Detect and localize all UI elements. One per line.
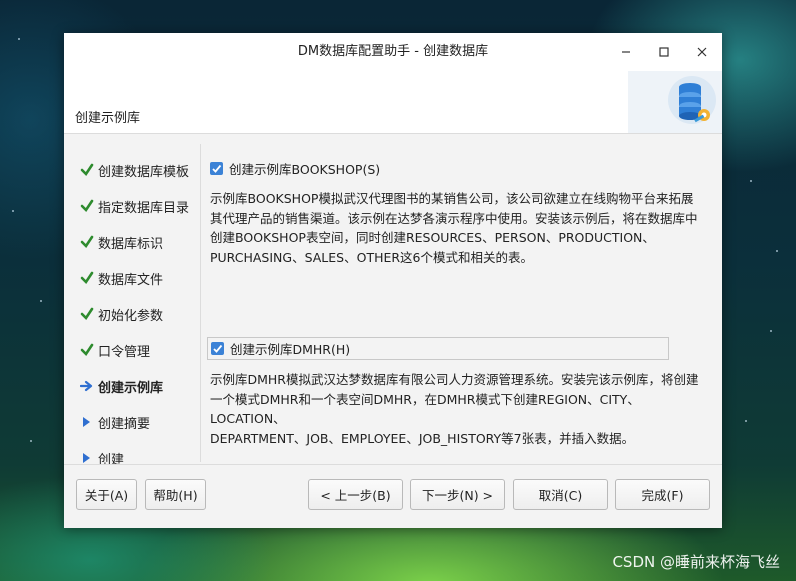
maximize-icon	[659, 47, 669, 57]
step-password: 口令管理	[80, 340, 150, 360]
database-gear-icon	[628, 71, 722, 133]
triangle-right-icon	[80, 451, 98, 464]
checkmark-icon	[80, 307, 98, 321]
step-create-template: 创建数据库模板	[80, 160, 189, 180]
step-db-directory: 指定数据库目录	[80, 196, 189, 216]
minimize-button[interactable]	[608, 33, 644, 71]
dmhr-checkbox-row[interactable]: 创建示例库DMHR(H)	[207, 337, 669, 360]
check-icon	[213, 344, 223, 353]
dialog-window: DM数据库配置助手 - 创建数据库 创建示例库 创建数据库模板 指定数据库目录 …	[64, 33, 722, 528]
check-icon	[212, 164, 222, 173]
bookshop-checkbox-label: 创建示例库BOOKSHOP(S)	[229, 161, 381, 177]
bookshop-description: 示例库BOOKSHOP模拟武汉代理图书的某销售公司，该公司欲建立在线购物平台来拓…	[210, 191, 698, 265]
title-bar[interactable]: DM数据库配置助手 - 创建数据库	[64, 33, 722, 71]
cancel-button[interactable]: 取消(C)	[513, 479, 608, 510]
step-sample-db: 创建示例库	[80, 376, 163, 396]
close-icon	[697, 47, 707, 57]
checkmark-icon	[80, 235, 98, 249]
next-button[interactable]: 下一步(N) >	[410, 479, 505, 510]
about-button[interactable]: 关于(A)	[76, 479, 137, 510]
finish-button[interactable]: 完成(F)	[615, 479, 710, 510]
step-create: 创建	[80, 448, 124, 464]
wizard-header: 创建示例库	[64, 71, 722, 134]
maximize-button[interactable]	[646, 33, 682, 71]
bookshop-checkbox-row[interactable]: 创建示例库BOOKSHOP(S)	[210, 157, 380, 179]
checkmark-icon	[80, 343, 98, 357]
wizard-steps: 创建数据库模板 指定数据库目录 数据库标识 数据库文件 初始化参数 口令管理 创…	[64, 144, 200, 464]
page-title: 创建示例库	[75, 111, 141, 126]
dmhr-checkbox[interactable]	[211, 342, 224, 355]
step-init-params: 初始化参数	[80, 304, 163, 324]
minimize-icon	[622, 51, 630, 53]
checkmark-icon	[80, 271, 98, 285]
dmhr-checkbox-label: 创建示例库DMHR(H)	[230, 342, 351, 357]
step-db-identity: 数据库标识	[80, 232, 163, 252]
button-bar: 关于(A) 帮助(H) < 上一步(B) 下一步(N) > 取消(C) 完成(F…	[64, 464, 722, 528]
step-db-files: 数据库文件	[80, 268, 163, 288]
checkmark-icon	[80, 163, 98, 177]
checkmark-icon	[80, 199, 98, 213]
dmhr-description: 示例库DMHR模拟武汉达梦数据库有限公司人力资源管理系统。安装完该示例库，将创建…	[210, 372, 699, 446]
sample-db-panel: 创建示例库BOOKSHOP(S) 示例库BOOKSHOP模拟武汉代理图书的某销售…	[201, 144, 722, 464]
watermark: CSDN @睡前来杯海飞丝	[612, 553, 780, 571]
help-button[interactable]: 帮助(H)	[145, 479, 206, 510]
close-button[interactable]	[684, 33, 720, 71]
step-summary: 创建摘要	[80, 412, 150, 432]
prev-button[interactable]: < 上一步(B)	[308, 479, 403, 510]
bookshop-checkbox[interactable]	[210, 161, 223, 175]
triangle-right-icon	[80, 415, 98, 429]
arrow-right-icon	[80, 379, 98, 393]
